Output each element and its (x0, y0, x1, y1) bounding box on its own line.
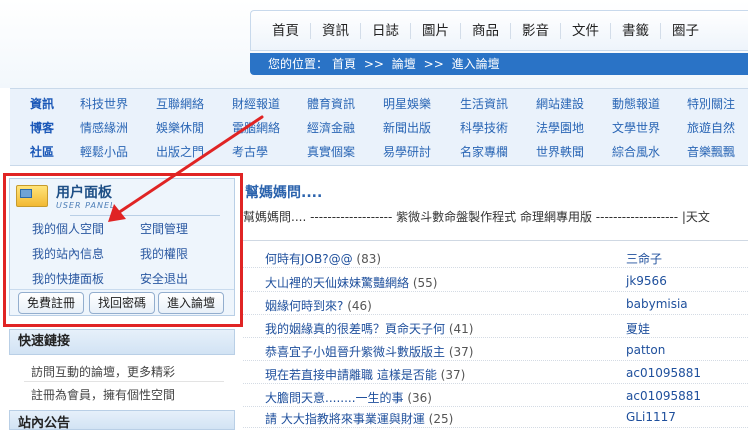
post-title[interactable]: 大膽問天意........一生的事 (36) (265, 389, 432, 406)
category-link[interactable]: 情感緣洲 (80, 117, 128, 139)
breadcrumb-label: 您的位置： (268, 57, 329, 71)
category-link[interactable]: 文學世界 (612, 117, 660, 139)
post-row: 大膽問天意........一生的事 (36) ac01095881 (243, 387, 748, 407)
category-link[interactable]: 世界軼聞 (536, 141, 584, 163)
category-link[interactable]: 旅遊自然 (687, 117, 735, 139)
nav-images[interactable]: 圖片 (411, 22, 461, 39)
category-link[interactable]: 新聞出版 (383, 117, 431, 139)
post-title[interactable]: 恭喜宜子小姐晉升紫微斗數版版主 (37) (265, 343, 473, 360)
nav-documents[interactable]: 文件 (561, 22, 611, 39)
category-head-community[interactable]: 社區 (30, 141, 60, 163)
post-row: 現在若直接申請離職 這樣是否能 (37) ac01095881 (243, 364, 748, 384)
content-title[interactable]: 幫媽媽問.... (245, 182, 322, 202)
nav-video[interactable]: 影音 (511, 22, 561, 39)
divider (24, 381, 224, 382)
post-title[interactable]: 姻緣何時到來? (46) (265, 297, 372, 314)
nav-blog[interactable]: 日誌 (361, 22, 411, 39)
post-count: (46) (347, 299, 372, 313)
breadcrumb-home[interactable]: 首頁 (332, 57, 356, 71)
post-count: (25) (428, 412, 454, 426)
highlight-box (3, 173, 243, 327)
post-row: 大山裡的天仙妹妹驚豔網絡 (55) jk9566 (243, 272, 748, 292)
breadcrumb-forum[interactable]: 論壇 (392, 57, 416, 71)
category-row-blog: 博客 情感緣洲 娛樂休閒 電腦網絡 經濟金融 新聞出版 科學技術 法學園地 文學… (10, 117, 748, 139)
nav-circles[interactable]: 圈子 (661, 23, 710, 39)
quick-link-register[interactable]: 註冊為會員，擁有個性空間 (31, 387, 175, 403)
post-title[interactable]: 現在若直接申請離職 這樣是否能 (37) (265, 366, 465, 383)
post-author[interactable]: patton (626, 343, 665, 357)
nav-products[interactable]: 商品 (461, 22, 511, 39)
post-title[interactable]: 請 大大指教將來事業運與財運 (25) (265, 410, 453, 427)
post-row: 我的姻緣真的很差嗎？頁命天子何 (41) 夏娃 (243, 318, 748, 338)
divider (243, 240, 748, 241)
post-count: (36) (407, 391, 432, 405)
post-author[interactable]: 夏娃 (626, 320, 650, 337)
breadcrumb-separator: >> (423, 57, 444, 71)
quick-links-title: 快速鏈接 (9, 329, 235, 355)
category-link[interactable]: 特別關注 (687, 93, 735, 115)
post-row: 姻緣何時到來? (46) babymisia (243, 295, 748, 315)
post-title[interactable]: 大山裡的天仙妹妹驚豔網絡 (55) (265, 274, 437, 291)
category-link[interactable]: 音樂飄飄 (687, 141, 735, 163)
category-link[interactable]: 法學園地 (536, 117, 584, 139)
post-title[interactable]: 我的姻緣真的很差嗎？頁命天子何 (41) (265, 320, 473, 337)
post-row: 恭喜宜子小姐晉升紫微斗數版版主 (37) patton (243, 341, 748, 361)
category-head-blog[interactable]: 博客 (30, 117, 60, 139)
category-links: 資訊 科技世界 互聯網絡 財經報道 體育資訊 明星娛樂 生活資訊 網站建設 動態… (10, 88, 748, 166)
main-nav: 首頁 資訊 日誌 圖片 商品 影音 文件 書籤 圈子 (250, 10, 748, 51)
post-title[interactable]: 何時有JOB?@@ (83) (265, 250, 381, 267)
category-link[interactable]: 明星娛樂 (383, 93, 431, 115)
nav-home[interactable]: 首頁 (261, 22, 311, 39)
post-count: (55) (412, 276, 438, 290)
category-row-news: 資訊 科技世界 互聯網絡 財經報道 體育資訊 明星娛樂 生活資訊 網站建設 動態… (10, 93, 748, 115)
breadcrumb: 您的位置： 首頁 >> 論壇 >> 進入論壇 (250, 53, 748, 75)
post-author[interactable]: ac01095881 (626, 366, 701, 380)
nav-news[interactable]: 資訊 (311, 22, 361, 39)
quick-link-forum[interactable]: 訪問互動的論壇，更多精彩 (31, 364, 175, 380)
category-row-community: 社區 輕鬆小品 出版之門 考古學 真實個案 易學研討 名家專欄 世界軼聞 綜合風… (10, 141, 748, 163)
category-link[interactable]: 網站建設 (536, 93, 584, 115)
marquee-text[interactable]: 幫媽媽問.... ------------------- 紫微斗數命盤製作程式 … (243, 208, 710, 225)
category-head-news[interactable]: 資訊 (30, 93, 60, 115)
breadcrumb-current: 進入論壇 (451, 57, 500, 71)
category-link[interactable]: 生活資訊 (460, 93, 508, 115)
category-link[interactable]: 經濟金融 (307, 117, 355, 139)
post-count: (37) (448, 345, 474, 359)
category-link[interactable]: 科技世界 (80, 93, 128, 115)
category-link[interactable]: 娛樂休閒 (156, 117, 204, 139)
announcement-title: 站內公告 (9, 410, 235, 430)
category-link[interactable]: 財經報道 (232, 93, 280, 115)
post-row: 請 大大指教將來事業運與財運 (25) GLi1117 (243, 408, 748, 428)
nav-bookmarks[interactable]: 書籤 (611, 22, 661, 39)
post-count: (83) (356, 252, 382, 266)
category-link[interactable]: 易學研討 (383, 141, 431, 163)
category-link[interactable]: 體育資訊 (307, 93, 355, 115)
category-link[interactable]: 名家專欄 (460, 141, 508, 163)
post-author[interactable]: jk9566 (626, 274, 667, 288)
category-link[interactable]: 輕鬆小品 (80, 141, 128, 163)
category-link[interactable]: 考古學 (232, 141, 268, 163)
category-link[interactable]: 真實個案 (307, 141, 355, 163)
post-count: (37) (440, 368, 466, 382)
category-link[interactable]: 綜合風水 (612, 141, 660, 163)
category-link[interactable]: 出版之門 (156, 141, 204, 163)
post-row: 何時有JOB?@@ (83) 三命子 (243, 248, 748, 268)
post-author[interactable]: ac01095881 (626, 389, 701, 403)
category-link[interactable]: 科學技術 (460, 117, 508, 139)
breadcrumb-separator: >> (363, 57, 384, 71)
post-author[interactable]: babymisia (626, 297, 688, 311)
category-link[interactable]: 互聯網絡 (156, 93, 204, 115)
post-author[interactable]: 三命子 (626, 250, 662, 267)
category-link[interactable]: 電腦網絡 (232, 117, 280, 139)
post-count: (41) (448, 322, 474, 336)
post-author[interactable]: GLi1117 (626, 410, 676, 424)
category-link[interactable]: 動態報道 (612, 93, 660, 115)
